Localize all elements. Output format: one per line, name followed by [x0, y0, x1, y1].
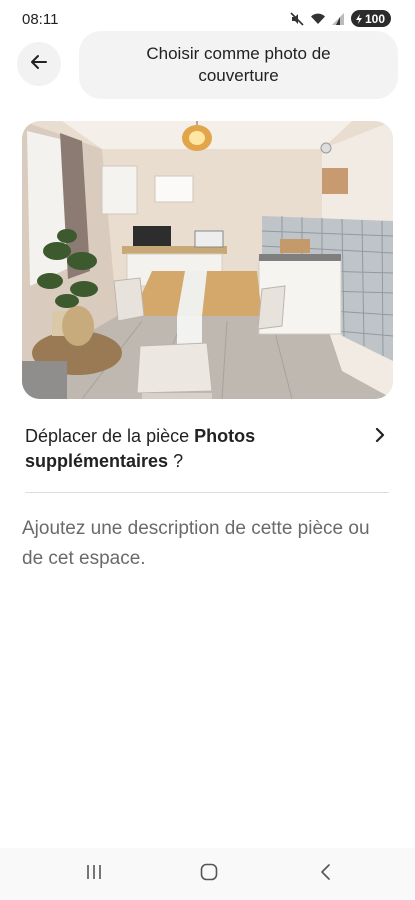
move-room-text: Déplacer de la pièce Photos supplémentai… [25, 424, 345, 474]
recent-apps-icon[interactable] [84, 862, 104, 887]
divider [25, 492, 389, 493]
title-pill: Choisir comme photo de couverture [79, 31, 398, 99]
battery-icon: 100 [350, 10, 391, 27]
system-nav-bar [0, 848, 415, 900]
arrow-left-icon [30, 53, 48, 76]
page-title: Choisir comme photo de couverture [146, 44, 331, 85]
room-photo [22, 121, 393, 399]
move-room-suffix: ? [168, 451, 184, 471]
status-time: 08:11 [22, 11, 59, 28]
move-room-prefix: Déplacer de la pièce [25, 426, 195, 446]
wifi-icon [310, 12, 326, 25]
chevron-right-icon [373, 427, 387, 448]
description-field[interactable]: Ajoutez une description de cette pièce o… [22, 514, 392, 574]
battery-level: 100 [364, 11, 385, 26]
home-icon[interactable] [199, 862, 219, 887]
back-button[interactable] [17, 42, 61, 86]
move-room-row[interactable]: Déplacer de la pièce Photos supplémentai… [25, 424, 391, 480]
status-icons: 100 [290, 10, 391, 27]
back-icon[interactable] [316, 862, 336, 887]
header: Choisir comme photo de couverture [0, 31, 415, 101]
mute-icon [290, 11, 304, 26]
signal-icon [331, 12, 345, 25]
